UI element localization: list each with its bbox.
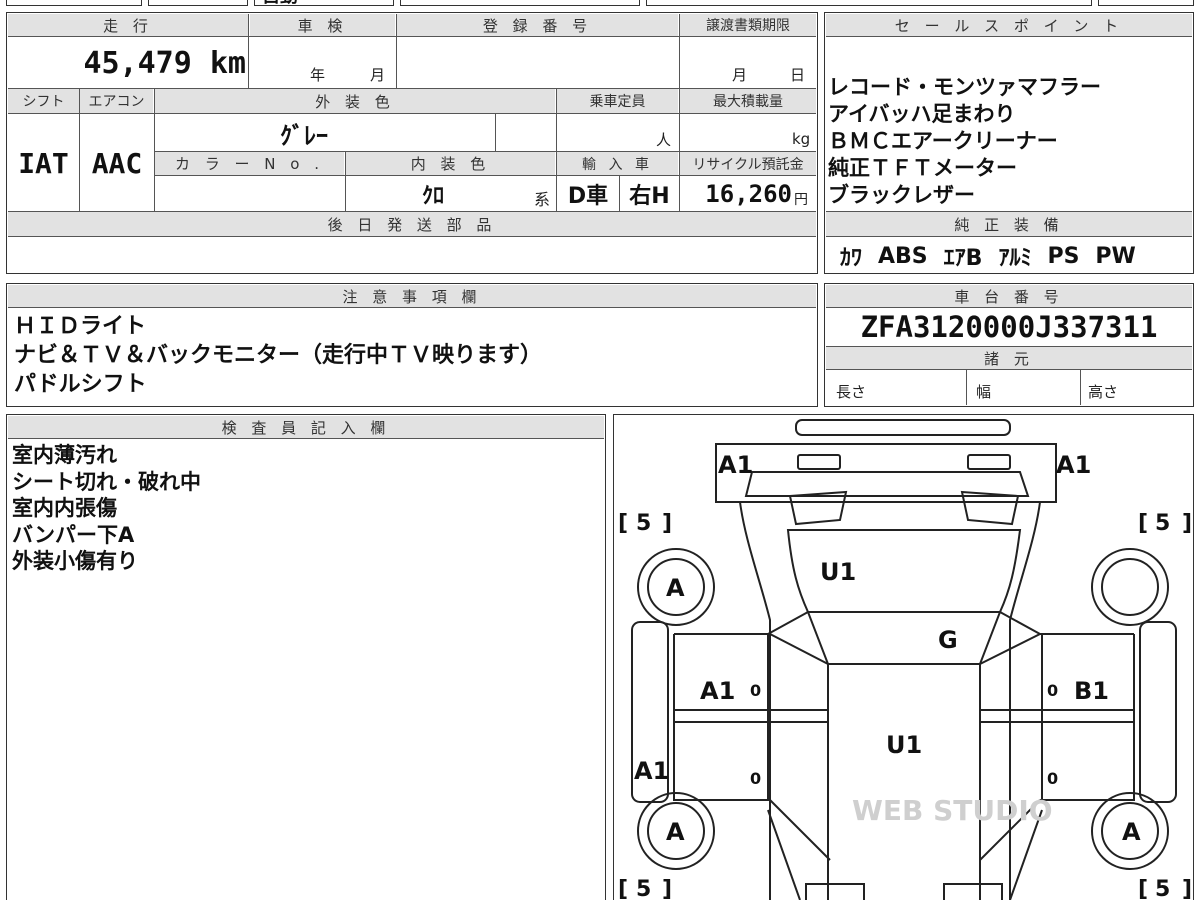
inspector-item: 室内内張傷 — [12, 496, 117, 520]
mark-five-rl: 5 — [636, 877, 651, 900]
sales-points-list: レコード・モンツァマフラー アイバッハ足まわり ＢＭＣエアークリーナー 純正ＴＦ… — [828, 74, 1101, 209]
svg-text:[: [ — [618, 877, 628, 900]
mileage-value: 45,479 km — [83, 45, 246, 81]
import-value-d: D車 — [567, 184, 609, 209]
car-diagram: A1 A1 U1 G A A A A1 B1 U1 A1 [ 5 ] [ 5 ]… — [618, 419, 1192, 900]
aircon-label: エアコン — [80, 89, 153, 113]
mark-a1-side: A1 — [634, 757, 669, 785]
inspector-list: 室内薄汚れ シート切れ・破れ中 室内内張傷 バンパー下A 外装小傷有り — [12, 442, 201, 575]
mark-a-wheel-fl: A — [666, 574, 685, 602]
inspector-item: シート切れ・破れ中 — [12, 469, 201, 494]
chassis-label: 車 台 番 号 — [826, 285, 1192, 307]
svg-text:[: [ — [1138, 511, 1148, 536]
mark-five-fr: 5 — [1155, 511, 1170, 536]
mark-zero: 0 — [1047, 769, 1058, 788]
specs-label: 諸 元 — [826, 347, 1192, 369]
top-strip-text: 自動 — [262, 0, 298, 5]
later-parts-label: 後 日 発 送 部 品 — [8, 212, 816, 236]
registration-label: 登 録 番 号 — [397, 14, 678, 36]
svg-text:]: ] — [1182, 877, 1192, 900]
interior-value: ｸﾛ — [422, 184, 445, 209]
notes-list: ＨＩＤライト ナビ＆ＴＶ＆バックモニター（走行中ＴＶ映ります） パドルシフト — [14, 312, 542, 399]
mark-zero: 0 — [750, 681, 761, 700]
recycle-label: リサイクル預託金 — [680, 152, 816, 175]
mark-five-fl: 5 — [636, 511, 651, 536]
equipment-label: 純 正 装 備 — [826, 212, 1192, 236]
transfer-month: 月 — [732, 65, 748, 84]
inspector-label: 検 査 員 記 入 欄 — [8, 416, 604, 438]
svg-text:]: ] — [662, 877, 672, 900]
mileage-label: 走 行 — [8, 14, 248, 36]
exterior-label: 外 装 色 — [155, 89, 555, 113]
equipment-item: ABS — [878, 243, 928, 269]
mark-a-wheel-rr: A — [1122, 818, 1141, 846]
mark-u1-floor: U1 — [886, 731, 922, 759]
equipment-item: ｴｱB — [943, 246, 983, 271]
svg-text:[: [ — [1138, 877, 1148, 900]
mark-b1-door: B1 — [1074, 677, 1109, 705]
notes-label: 注 意 事 項 欄 — [8, 285, 816, 307]
svg-text:[: [ — [618, 511, 628, 536]
inspector-item: 室内薄汚れ — [12, 443, 117, 467]
max-load-unit: kg — [792, 130, 811, 148]
exterior-value: ｸﾞﾚｰ — [280, 121, 328, 150]
sales-point-item: ブラックレザー — [828, 183, 975, 207]
sales-point-item: ＢＭＣエアークリーナー — [828, 129, 1058, 153]
shaken-month: 月 — [370, 65, 386, 84]
equipment-item: ｱﾙﾐ — [998, 246, 1032, 271]
interior-label: 内 装 色 — [346, 152, 555, 175]
sales-point-item: 純正ＴＦＴメーター — [828, 156, 1017, 180]
inspector-item: 外装小傷有り — [12, 549, 138, 573]
spec-width: 幅 — [976, 382, 992, 401]
sales-point-item: レコード・モンツァマフラー — [828, 75, 1101, 99]
color-no-label: カ ラ ー N o . — [155, 152, 344, 175]
shaken-label: 車 検 — [250, 14, 395, 36]
shaken-year: 年 — [310, 65, 326, 84]
import-value-h: 右H — [629, 184, 670, 209]
mark-five-rr: 5 — [1155, 877, 1170, 900]
capacity-label: 乗車定員 — [557, 89, 678, 113]
inspector-item: バンパー下A — [12, 522, 135, 547]
mark-a1-front-right: A1 — [1056, 451, 1091, 479]
mark-a1-front-left: A1 — [718, 451, 753, 479]
spec-height: 高さ — [1088, 382, 1119, 401]
recycle-unit: 円 — [794, 192, 808, 208]
shift-value: IAT — [18, 146, 69, 180]
note-item: ナビ＆ＴＶ＆バックモニター（走行中ＴＶ映ります） — [14, 343, 543, 368]
note-item: パドルシフト — [14, 372, 147, 397]
note-item: ＨＩＤライト — [14, 314, 147, 339]
interior-suffix: 系 — [534, 190, 551, 209]
chassis-number: ZFA3120000J337311 — [860, 310, 1158, 344]
equipment-item: PS — [1047, 243, 1080, 269]
equipment-item: PW — [1095, 243, 1136, 269]
transfer-day: 日 — [790, 65, 806, 84]
max-load-label: 最大積載量 — [680, 89, 816, 113]
mark-g-roof: G — [938, 626, 958, 654]
transfer-label: 譲渡書類期限 — [680, 14, 816, 36]
watermark: WEB STUDIO — [852, 794, 1053, 827]
svg-text:]: ] — [1182, 511, 1192, 536]
sales-points-label: セ ー ル ス ポ イ ン ト — [826, 14, 1192, 36]
mark-zero: 0 — [1047, 681, 1058, 700]
equipment-list: ｶﾜ ABS ｴｱB ｱﾙﾐ PS PW — [840, 240, 1136, 272]
mark-u1-glass: U1 — [820, 558, 856, 586]
recycle-value: 16,260 — [705, 180, 792, 208]
equipment-item: ｶﾜ — [840, 246, 863, 271]
mark-a-wheel-rl: A — [666, 818, 685, 846]
capacity-unit: 人 — [656, 130, 672, 149]
aircon-value: AAC — [91, 146, 143, 180]
import-label: 輸 入 車 — [557, 152, 678, 175]
svg-text:]: ] — [662, 511, 672, 536]
mark-a1-door: A1 — [700, 677, 735, 705]
mark-zero: 0 — [750, 769, 761, 788]
spec-length: 長さ — [836, 382, 867, 401]
shift-label: シフト — [8, 89, 79, 113]
sales-point-item: アイバッハ足まわり — [828, 102, 1016, 126]
